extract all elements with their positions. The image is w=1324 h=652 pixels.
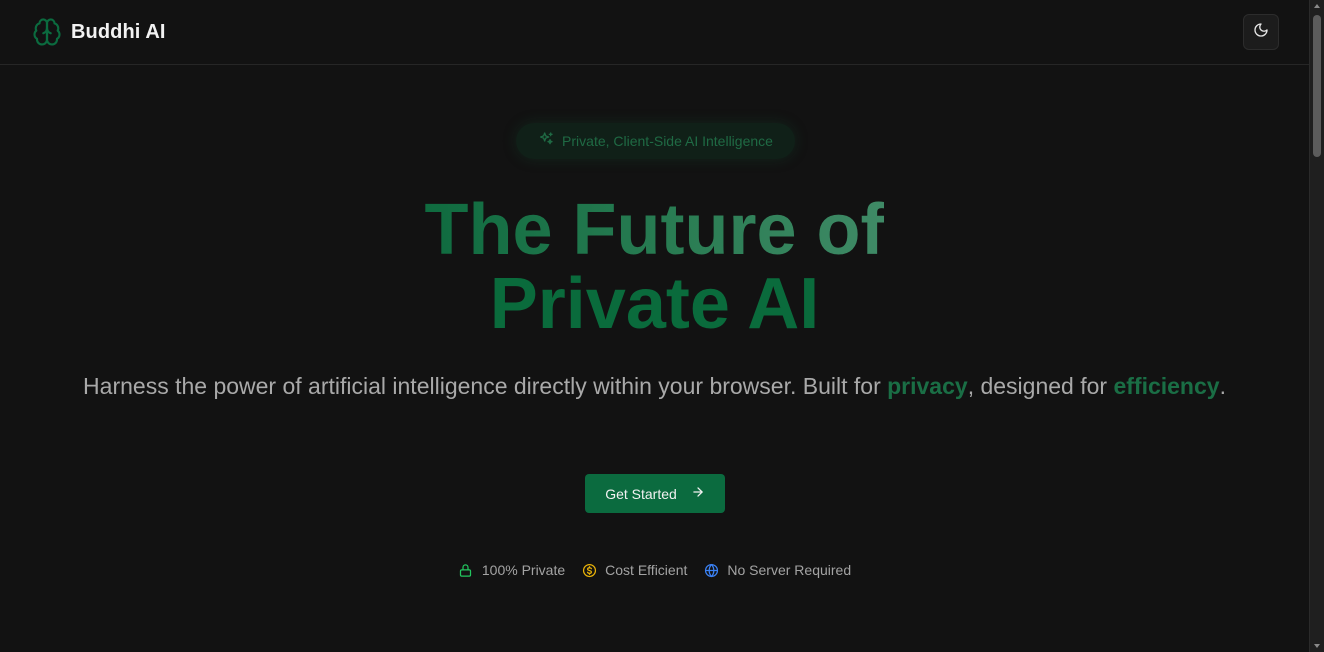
hero-section: Private, Client-Side AI Intelligence The… [0, 65, 1309, 652]
app-root: Buddhi AI Private, Client-Side AI Intell… [0, 0, 1324, 652]
feature-list: 100% Private Cost Efficient No Server Re… [0, 562, 1309, 578]
feature-cost-efficient: Cost Efficient [581, 562, 687, 578]
sparkles-icon [538, 131, 554, 152]
scroll-down-icon[interactable] [1314, 644, 1320, 648]
feature-no-server: No Server Required [703, 562, 851, 578]
subtitle-text-3: . [1219, 373, 1226, 399]
feature-label: 100% Private [481, 562, 566, 578]
get-started-label: Get Started [605, 485, 677, 502]
scroll-thumb[interactable] [1313, 15, 1321, 157]
subtitle-text-2: , designed for [967, 373, 1114, 399]
vertical-scrollbar[interactable] [1309, 0, 1324, 652]
headline-line-1: The Future of [424, 190, 885, 270]
moon-icon [1253, 22, 1269, 43]
theme-toggle-button[interactable] [1243, 14, 1279, 50]
feature-private: 100% Private [458, 562, 565, 578]
arrow-right-icon [691, 485, 705, 502]
top-nav: Buddhi AI [0, 0, 1309, 65]
headline-line-2: Private AI [489, 264, 820, 344]
scroll-up-icon[interactable] [1314, 4, 1320, 8]
dollar-coin-icon [581, 562, 597, 578]
hero-badge: Private, Client-Side AI Intelligence [516, 123, 795, 159]
feature-label: Cost Efficient [605, 562, 688, 578]
brand[interactable]: Buddhi AI [31, 16, 166, 48]
globe-icon [703, 562, 719, 578]
hero-subtitle: Harness the power of artificial intellig… [0, 367, 1309, 406]
subtitle-highlight-efficiency: efficiency [1113, 373, 1220, 399]
brain-icon [31, 16, 63, 48]
hero-headline: The Future of Private AI [0, 193, 1309, 341]
subtitle-highlight-privacy: privacy [887, 373, 968, 399]
subtitle-text-1: Harness the power of artificial intellig… [83, 373, 888, 399]
brand-name: Buddhi AI [71, 20, 166, 43]
lock-icon [458, 562, 474, 578]
get-started-button[interactable]: Get Started [585, 474, 725, 513]
feature-label: No Server Required [727, 562, 852, 578]
hero-badge-text: Private, Client-Side AI Intelligence [562, 133, 773, 149]
